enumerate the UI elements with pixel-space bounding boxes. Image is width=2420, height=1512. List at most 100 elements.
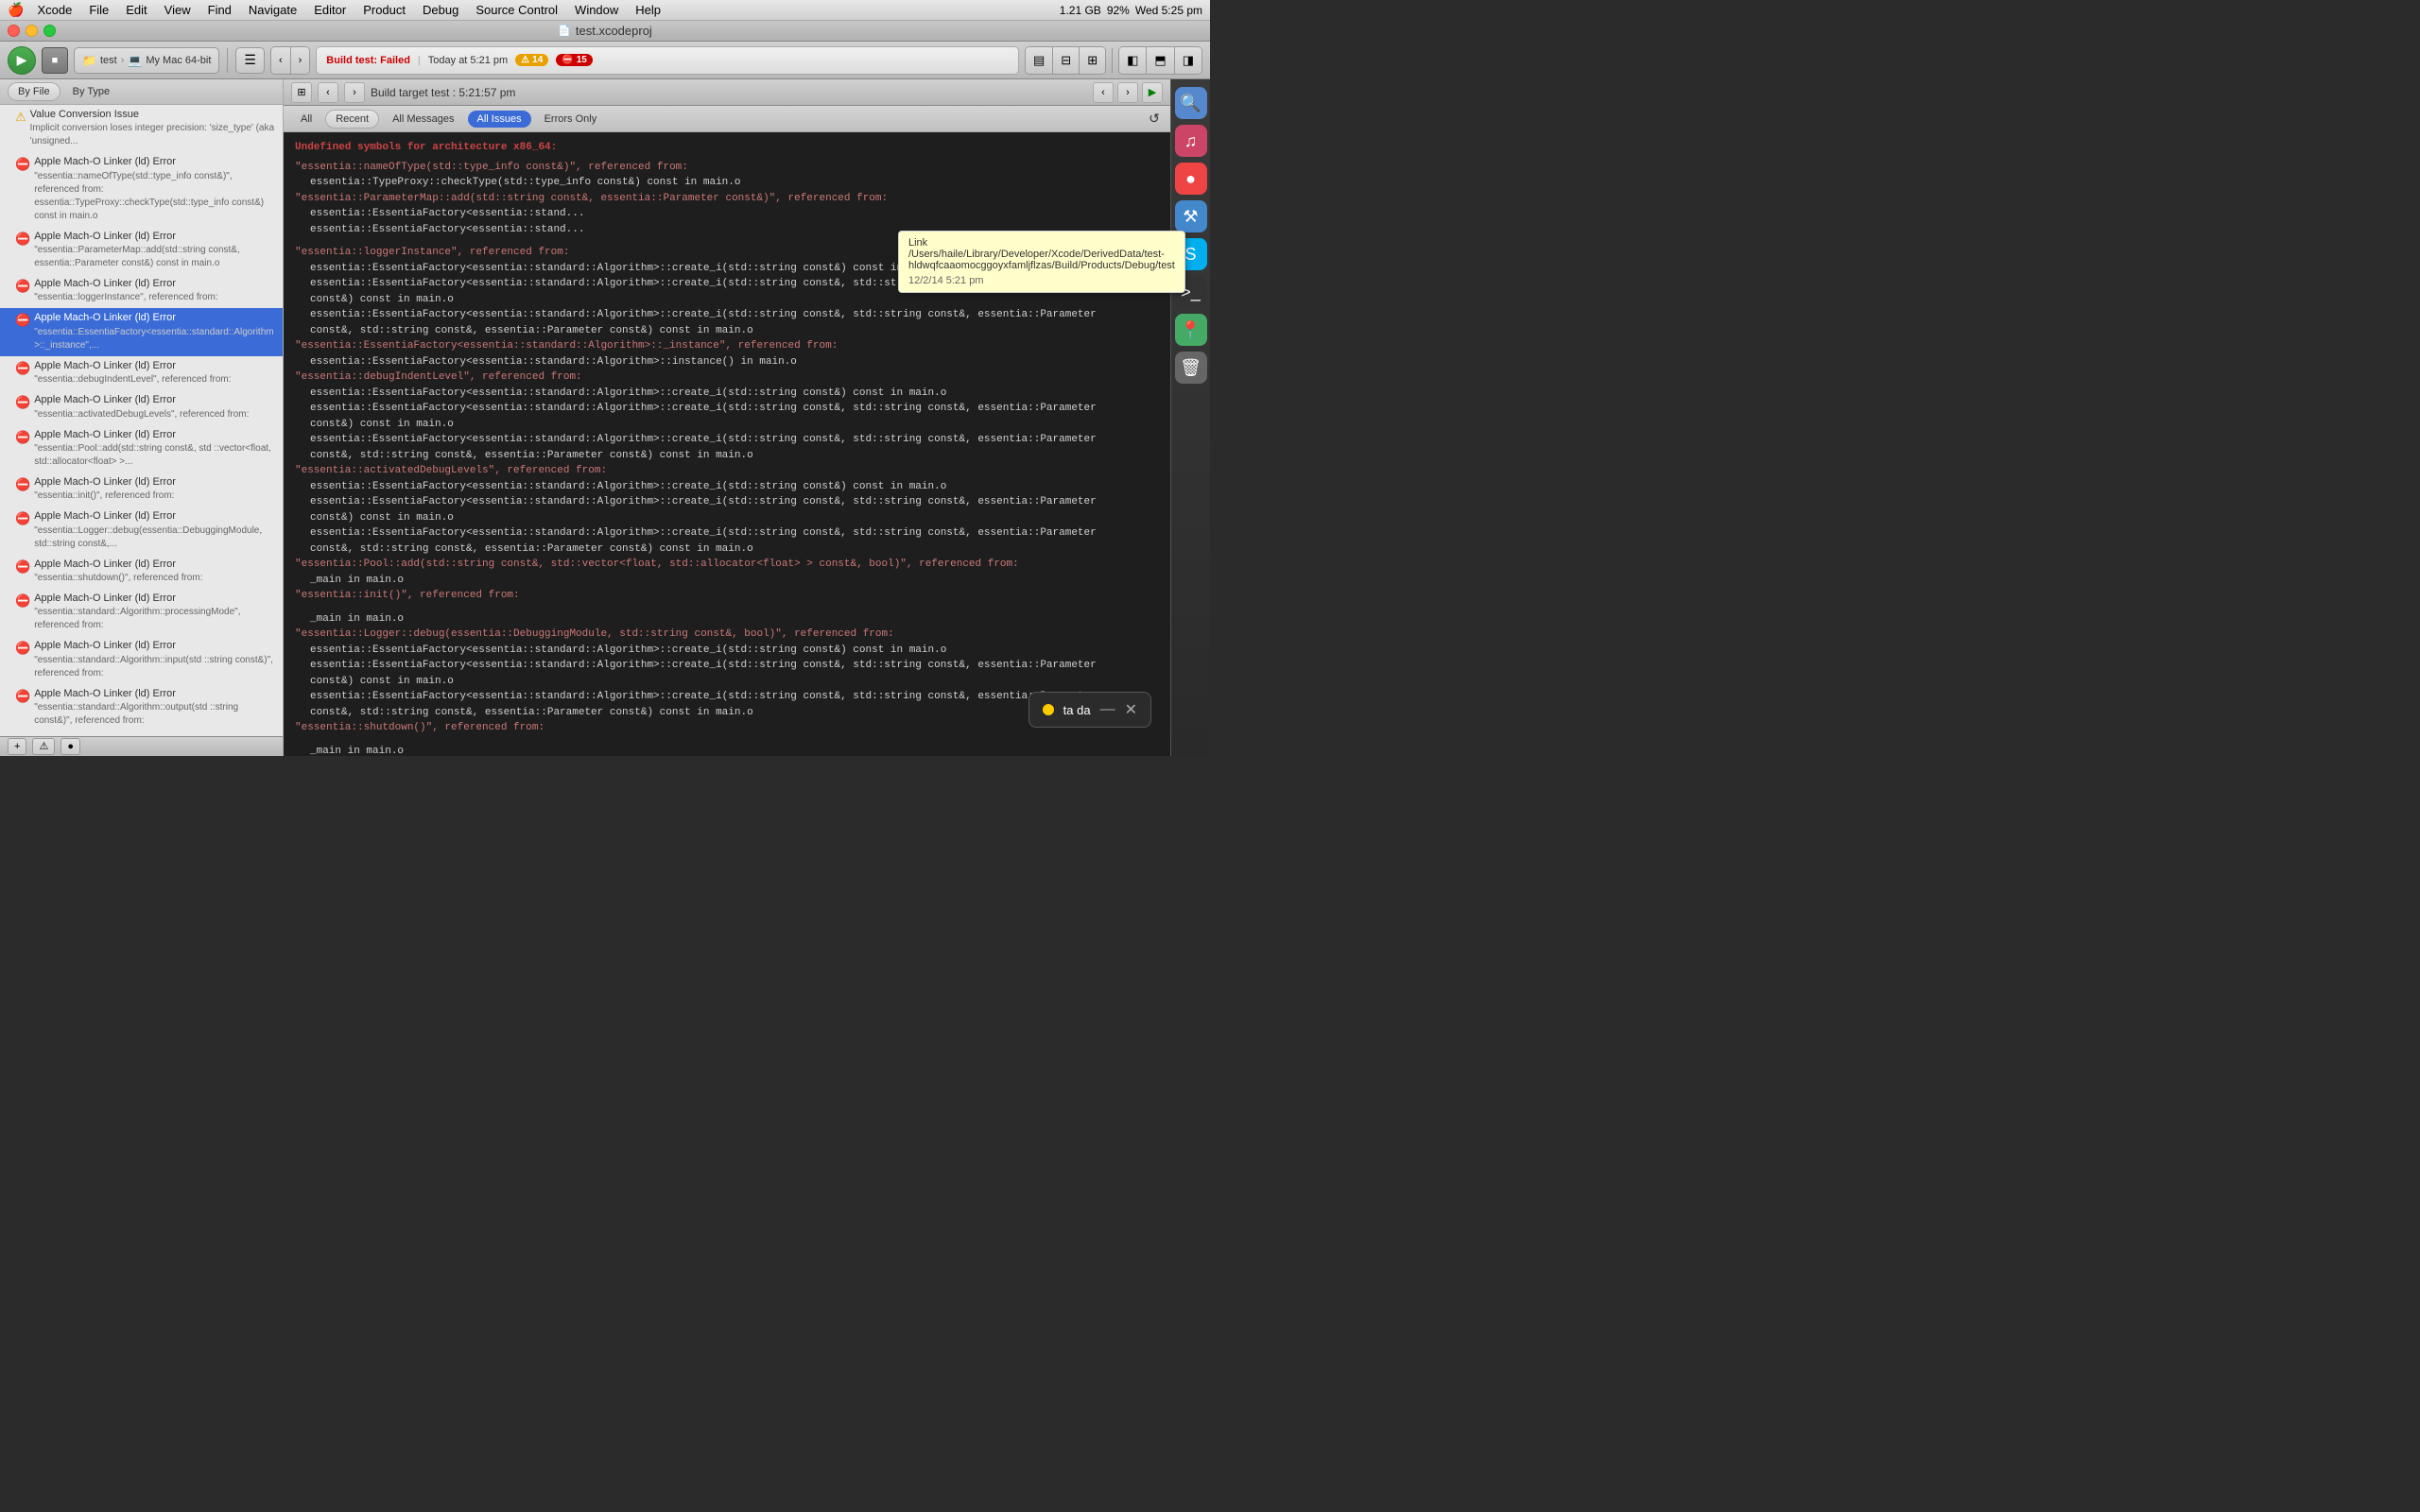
item-title-2: Apple Mach-O Linker (ld) Error: [34, 230, 275, 244]
next-btn[interactable]: ›: [291, 47, 310, 74]
stop-button[interactable]: ■: [42, 47, 68, 74]
menu-find[interactable]: Find: [200, 0, 239, 21]
sidebar-item-9[interactable]: ⛔Apple Mach-O Linker (ld) Error"essentia…: [0, 507, 283, 554]
navigator-toggle-btn[interactable]: ☰: [235, 47, 265, 74]
item-text-8: Apple Mach-O Linker (ld) Error"essentia:…: [34, 475, 275, 503]
grid-view-btn[interactable]: ⊞: [291, 82, 312, 103]
menu-file[interactable]: File: [81, 0, 116, 21]
menu-product[interactable]: Product: [355, 0, 413, 21]
code-line-30: _main in main.o: [310, 611, 1159, 627]
tab-all-messages[interactable]: All Messages: [383, 111, 463, 128]
minimize-button[interactable]: [26, 25, 38, 37]
dock-icon-trash[interactable]: 🗑: [1175, 352, 1207, 384]
sidebar-item-1[interactable]: ⛔Apple Mach-O Linker (ld) Error"essentia…: [0, 152, 283, 226]
sidebar-item-6[interactable]: ⛔Apple Mach-O Linker (ld) Error"essentia…: [0, 390, 283, 424]
version-editor-btn[interactable]: ⊞: [1080, 47, 1105, 74]
code-output-area[interactable]: Undefined symbols for architecture x86_6…: [284, 132, 1170, 756]
add-item-btn[interactable]: +: [8, 738, 26, 755]
code-line-20: "essentia::activatedDebugLevels", refere…: [295, 463, 1159, 479]
by-file-tab[interactable]: By File: [8, 82, 60, 101]
prev-message-btn[interactable]: ‹: [318, 82, 338, 103]
item-subtitle-12: "essentia::standard::Algorithm::input(st…: [34, 654, 275, 680]
sidebar-filter-bar: By File By Type: [0, 79, 283, 105]
code-line-18: essentia::EssentiaFactory<essentia::stan…: [310, 432, 1159, 448]
sidebar-item-10[interactable]: ⛔Apple Mach-O Linker (ld) Error"essentia…: [0, 555, 283, 589]
panel-layout-group: ◧ ⬒ ◨: [1118, 46, 1202, 75]
run-button[interactable]: ▶: [8, 46, 36, 75]
code-line-28: "essentia::init()", referenced from:: [295, 588, 1159, 604]
item-text-0: Value Conversion IssueImplicit conversio…: [30, 108, 275, 148]
error-icon: ⛔: [15, 278, 30, 295]
menu-xcode[interactable]: Xcode: [29, 0, 79, 21]
tab-errors-only[interactable]: Errors Only: [535, 111, 607, 128]
tab-all-issues[interactable]: All Issues: [468, 111, 531, 128]
next-message-btn[interactable]: ›: [344, 82, 365, 103]
code-line-13: essentia::EssentiaFactory<essentia::stan…: [310, 354, 1159, 370]
warning-icon: ⚠: [15, 109, 26, 126]
item-subtitle-10: "essentia::shutdown()", referenced from:: [34, 572, 275, 585]
notification-popup: ta da — ✕: [1028, 692, 1151, 728]
sidebar-item-4[interactable]: ⛔Apple Mach-O Linker (ld) Error"essentia…: [0, 308, 283, 355]
code-line-33: essentia::EssentiaFactory<essentia::stan…: [310, 658, 1159, 674]
toolbar-sep-2: [1112, 48, 1113, 73]
notification-minimize-btn[interactable]: —: [1100, 701, 1115, 718]
single-editor-btn[interactable]: ▤: [1026, 47, 1053, 74]
menu-debug[interactable]: Debug: [415, 0, 466, 21]
sidebar-item-12[interactable]: ⛔Apple Mach-O Linker (ld) Error"essentia…: [0, 636, 283, 683]
chevron-right-icon: ›: [121, 55, 125, 66]
tab-recent[interactable]: Recent: [325, 110, 379, 129]
code-line-21: essentia::EssentiaFactory<essentia::stan…: [310, 479, 1159, 495]
hide-left-panel-btn[interactable]: ◧: [1119, 47, 1147, 74]
code-line-16: essentia::EssentiaFactory<essentia::stan…: [310, 401, 1159, 417]
menu-source-control[interactable]: Source Control: [468, 0, 565, 21]
item-subtitle-7: "essentia::Pool::add(std::string const&,…: [34, 442, 275, 469]
refresh-btn[interactable]: ↺: [1146, 111, 1163, 128]
apple-menu[interactable]: 🍎: [8, 2, 24, 18]
dock-icon-xcode[interactable]: ⚒: [1175, 200, 1207, 232]
prev-btn[interactable]: ‹: [271, 47, 291, 74]
tab-all[interactable]: All: [291, 111, 321, 128]
menu-window[interactable]: Window: [567, 0, 626, 21]
menu-help[interactable]: Help: [628, 0, 668, 21]
code-line-31: "essentia::Logger::debug(essentia::Debug…: [295, 627, 1159, 643]
item-text-3: Apple Mach-O Linker (ld) Error"essentia:…: [34, 277, 275, 304]
titlebar: 📄 test.xcodeproj: [0, 21, 1210, 42]
menu-navigate[interactable]: Navigate: [241, 0, 304, 21]
scheme-target-label: test: [100, 55, 117, 66]
dock-icon-chrome[interactable]: ●: [1175, 163, 1207, 195]
sidebar-item-13[interactable]: ⛔Apple Mach-O Linker (ld) Error"essentia…: [0, 684, 283, 731]
back-btn[interactable]: ‹: [1093, 82, 1114, 103]
scheme-selector[interactable]: 📁 test › 💻 My Mac 64-bit: [74, 47, 219, 74]
sidebar-item-3[interactable]: ⛔Apple Mach-O Linker (ld) Error"essentia…: [0, 274, 283, 308]
sidebar-item-0[interactable]: ⚠Value Conversion IssueImplicit conversi…: [0, 105, 283, 152]
menu-edit[interactable]: Edit: [118, 0, 154, 21]
hide-right-panel-btn[interactable]: ◨: [1175, 47, 1201, 74]
build-separator: |: [418, 55, 421, 66]
maximize-button[interactable]: [43, 25, 56, 37]
dock-icon-maps[interactable]: 📍: [1175, 314, 1207, 346]
sidebar-item-11[interactable]: ⛔Apple Mach-O Linker (ld) Error"essentia…: [0, 589, 283, 636]
error-icon: ⛔: [15, 312, 30, 329]
menu-editor[interactable]: Editor: [306, 0, 354, 21]
dock-icon-finder[interactable]: 🔍: [1175, 87, 1207, 119]
sidebar-item-5[interactable]: ⛔Apple Mach-O Linker (ld) Error"essentia…: [0, 356, 283, 390]
sidebar-item-8[interactable]: ⛔Apple Mach-O Linker (ld) Error"essentia…: [0, 472, 283, 507]
close-button[interactable]: [8, 25, 20, 37]
item-title-5: Apple Mach-O Linker (ld) Error: [34, 359, 275, 373]
menu-view[interactable]: View: [157, 0, 199, 21]
filter-dot-btn[interactable]: ●: [60, 738, 80, 755]
run-small-btn[interactable]: ▶: [1142, 82, 1163, 103]
item-text-7: Apple Mach-O Linker (ld) Error"essentia:…: [34, 428, 275, 469]
by-type-tab[interactable]: By Type: [62, 82, 121, 101]
filter-warnings-btn[interactable]: ⚠: [32, 738, 55, 755]
notification-close-btn[interactable]: ✕: [1125, 700, 1137, 719]
hide-bottom-panel-btn[interactable]: ⬒: [1147, 47, 1174, 74]
assistant-editor-btn[interactable]: ⊟: [1053, 47, 1080, 74]
dock-icon-itunes[interactable]: ♫: [1175, 125, 1207, 157]
sidebar-item-7[interactable]: ⛔Apple Mach-O Linker (ld) Error"essentia…: [0, 425, 283, 472]
error-icon: ⛔: [15, 510, 30, 527]
code-line-12: "essentia::EssentiaFactory<essentia::sta…: [295, 338, 1159, 354]
forward-btn[interactable]: ›: [1117, 82, 1138, 103]
item-text-6: Apple Mach-O Linker (ld) Error"essentia:…: [34, 393, 275, 421]
sidebar-item-2[interactable]: ⛔Apple Mach-O Linker (ld) Error"essentia…: [0, 227, 283, 274]
